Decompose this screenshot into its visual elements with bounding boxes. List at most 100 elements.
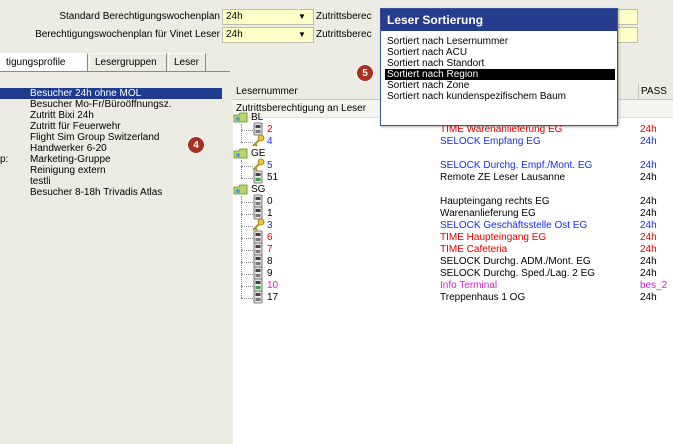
reader-sort-menu: Leser Sortierung Sortiert nach Lesernumm… <box>380 8 618 126</box>
sort-by-zone[interactable]: Sortiert nach Zone <box>385 80 615 91</box>
pass-value: 24h <box>640 232 657 243</box>
network-terminal-icon <box>253 170 263 184</box>
sort-by-reader-number[interactable]: Sortiert nach Lesernummer <box>385 36 615 47</box>
table-row[interactable]: 10 Info Terminal bes_2 <box>0 278 673 292</box>
table-row[interactable]: 8 SELOCK Durchg. ADM./Mont. EG 24h <box>0 254 673 268</box>
menu-item-label: Sortiert nach Zone <box>387 80 470 91</box>
sort-by-acu[interactable]: Sortiert nach ACU <box>385 47 615 58</box>
reader-number: 4 <box>267 136 273 147</box>
table-row[interactable]: 6 TIME Haupteingang EG 24h <box>0 230 673 244</box>
pass-value: 24h <box>640 124 657 135</box>
reader-name: TIME Haupteingang EG <box>440 232 547 243</box>
table-row[interactable]: 5 SELOCK Durchg. Empf./Mont. EG 24h <box>0 158 673 172</box>
reader-number: 7 <box>267 244 273 255</box>
sort-by-region[interactable]: Sortiert nach Region <box>385 69 615 80</box>
table-row[interactable]: 17 Treppenhaus 1 OG 24h <box>0 290 673 304</box>
reader-number: 3 <box>267 220 273 231</box>
region-group-icon <box>233 112 248 123</box>
profile-label: Besucher 24h ohne MOL <box>30 88 142 99</box>
vinet-schedule-label: Berechtigungswochenplan für Vinet Leser <box>35 29 220 40</box>
reader-name: SELOCK Durchg. ADM./Mont. EG <box>440 256 591 267</box>
sort-by-location[interactable]: Sortiert nach Standort <box>385 58 615 69</box>
reader-name: Warenanlieferung EG <box>440 208 536 219</box>
tab-label: Leser <box>174 57 200 68</box>
tab-berechtigungsprofile[interactable]: tigungsprofile <box>0 53 88 71</box>
reader-name: Haupteingang rechts EG <box>440 196 550 207</box>
chevron-down-icon[interactable]: ▼ <box>296 11 308 23</box>
reader-number: 9 <box>267 268 273 279</box>
pass-value: 24h <box>640 196 657 207</box>
pass-value: 24h <box>640 208 657 219</box>
reader-number-header[interactable]: Lesernummer <box>236 86 298 97</box>
callout-number: 4 <box>193 140 199 151</box>
pass-value: 24h <box>640 160 657 171</box>
profile-label: Zutritt Bixi 24h <box>30 110 94 121</box>
tab-label: Lesergruppen <box>95 57 157 68</box>
table-row[interactable]: 7 TIME Cafeteria 24h <box>0 242 673 256</box>
reader-name: SELOCK Durchg. Sped./Lag. 2 EG <box>440 268 596 279</box>
pass-value: 24h <box>640 256 657 267</box>
standard-schedule-label: Standard Berechtigungswochenplan <box>59 11 220 22</box>
tab-leser[interactable]: Leser <box>168 53 206 71</box>
access-field[interactable] <box>616 9 638 25</box>
tree-connector <box>241 124 242 142</box>
table-row[interactable]: 0 Haupteingang rechts EG 24h <box>0 194 673 208</box>
pass-value: 24h <box>640 268 657 279</box>
reader-number: 2 <box>267 124 273 135</box>
pass-value: 24h <box>640 172 657 183</box>
reader-name: Treppenhaus 1 OG <box>440 292 526 303</box>
sort-menu-title: Leser Sortierung <box>381 9 617 31</box>
chevron-down-icon[interactable]: ▼ <box>296 29 308 41</box>
menu-item-label: Sortiert nach Region <box>387 69 479 80</box>
reader-number: 17 <box>267 292 279 303</box>
table-row[interactable]: 4 SELOCK Empfang EG 24h <box>0 134 673 148</box>
tab-label: tigungsprofile <box>6 57 66 68</box>
reader-name: Info Terminal <box>440 280 498 291</box>
key-icon <box>252 134 265 147</box>
vinet-schedule-value: 24h <box>226 29 243 40</box>
pass-value: 24h <box>640 220 657 231</box>
access-label: Zutrittsberec <box>316 29 372 40</box>
access-field[interactable] <box>616 27 638 43</box>
table-row[interactable]: 3 SELOCK Geschäftsstelle Ost EG 24h <box>0 218 673 232</box>
table-row[interactable]: 9 SELOCK Durchg. Sped./Lag. 2 EG 24h <box>0 266 673 280</box>
region-group-icon <box>233 184 248 195</box>
menu-item-label: Sortiert nach Standort <box>387 58 485 69</box>
callout-badge-5: 5 <box>356 64 374 82</box>
reader-name: TIME Cafeteria <box>440 244 508 255</box>
reader-name: SELOCK Geschäftsstelle Ost EG <box>440 220 588 231</box>
tab-bar: tigungsprofile Lesergruppen Leser <box>0 53 230 71</box>
tree-connector <box>241 160 242 178</box>
tab-lesergruppen[interactable]: Lesergruppen <box>89 53 167 71</box>
menu-item-label: Sortiert nach ACU <box>387 47 468 58</box>
table-row[interactable]: 51 Remote ZE Leser Lausanne 24h <box>0 170 673 184</box>
terminal-icon <box>253 290 263 304</box>
reader-number: 1 <box>267 208 273 219</box>
callout-badge-4: 4 <box>187 136 205 154</box>
column-separator <box>638 83 639 100</box>
menu-item-label: Sortiert nach kundenspezifischem Baum <box>387 91 566 102</box>
reader-name: Remote ZE Leser Lausanne <box>440 172 566 183</box>
standard-schedule-value: 24h <box>226 11 243 22</box>
pass-value: bes_2 <box>640 280 668 291</box>
access-label: Zutrittsberec <box>316 11 372 22</box>
reader-number: 6 <box>267 232 273 243</box>
callout-number: 5 <box>362 68 368 79</box>
menu-item-label: Sortiert nach Lesernummer <box>387 36 509 47</box>
pass-header[interactable]: PASS <box>641 86 667 97</box>
reader-number: 8 <box>267 256 273 267</box>
pass-value: 24h <box>640 292 657 303</box>
tree-connector <box>241 196 242 298</box>
reader-number: 0 <box>267 196 273 207</box>
region-group-icon <box>233 148 248 159</box>
pass-value: 24h <box>640 244 657 255</box>
reader-name: SELOCK Durchg. Empf./Mont. EG <box>440 160 593 171</box>
tab-divider <box>0 71 230 72</box>
profile-label: Besucher Mo-Fr/Büroöffnungsz. <box>30 99 172 110</box>
reader-number: 10 <box>267 280 279 291</box>
reader-number: 5 <box>267 160 273 171</box>
table-row[interactable]: 1 Warenanlieferung EG 24h <box>0 206 673 220</box>
reader-name: SELOCK Empfang EG <box>440 136 541 147</box>
list-item[interactable]: Besucher 24h ohne MOL <box>0 88 222 99</box>
sort-by-custom-tree[interactable]: Sortiert nach kundenspezifischem Baum <box>385 91 615 102</box>
